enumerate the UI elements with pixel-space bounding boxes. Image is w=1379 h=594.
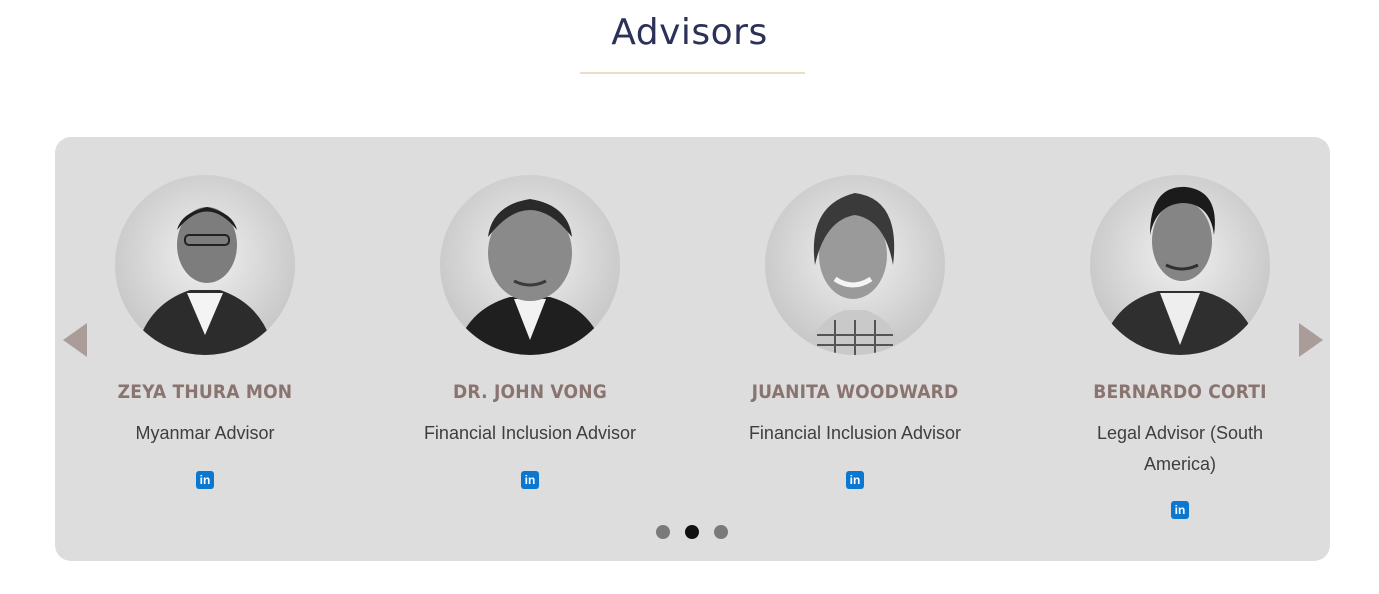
advisor-card: JUANITA WOODWARD Financial Inclusion Adv… [725, 137, 985, 561]
advisor-role: Financial Inclusion Advisor [748, 423, 962, 443]
title-underline [580, 72, 805, 74]
advisor-card: ZEYA THURA MON Myanmar Advisor in [75, 137, 335, 561]
advisor-photo [115, 175, 295, 355]
pagination-dot[interactable] [656, 525, 670, 539]
linkedin-icon[interactable]: in [846, 471, 864, 489]
advisor-photo [765, 175, 945, 355]
advisors-carousel: ZEYA THURA MON Myanmar Advisor in DR. JO… [55, 137, 1330, 561]
advisor-card: BERNARDO CORTI Legal Advisor (South Amer… [1050, 137, 1310, 561]
advisor-photo [440, 175, 620, 355]
pagination-dot[interactable] [714, 525, 728, 539]
pagination-dot-active[interactable] [685, 525, 699, 539]
advisor-role: Legal Advisor (South America) [1096, 423, 1264, 474]
advisors-page: Advisors ZEYA THURA MON Myanmar Advisor … [0, 0, 1379, 594]
advisor-role: Myanmar Advisor [135, 423, 275, 443]
advisor-name: DR. JOHN VONG [453, 381, 607, 403]
section-title: Advisors [611, 12, 768, 53]
advisor-name: JUANITA WOODWARD [751, 381, 959, 403]
linkedin-icon[interactable]: in [1171, 501, 1189, 519]
carousel-pagination [656, 525, 736, 539]
advisor-photo [1090, 175, 1270, 355]
linkedin-icon[interactable]: in [521, 471, 539, 489]
advisor-name: BERNARDO CORTI [1093, 381, 1267, 403]
linkedin-icon[interactable]: in [196, 471, 214, 489]
advisor-role: Financial Inclusion Advisor [423, 423, 637, 443]
advisor-name: ZEYA THURA MON [117, 381, 293, 403]
advisor-card: DR. JOHN VONG Financial Inclusion Adviso… [400, 137, 660, 561]
